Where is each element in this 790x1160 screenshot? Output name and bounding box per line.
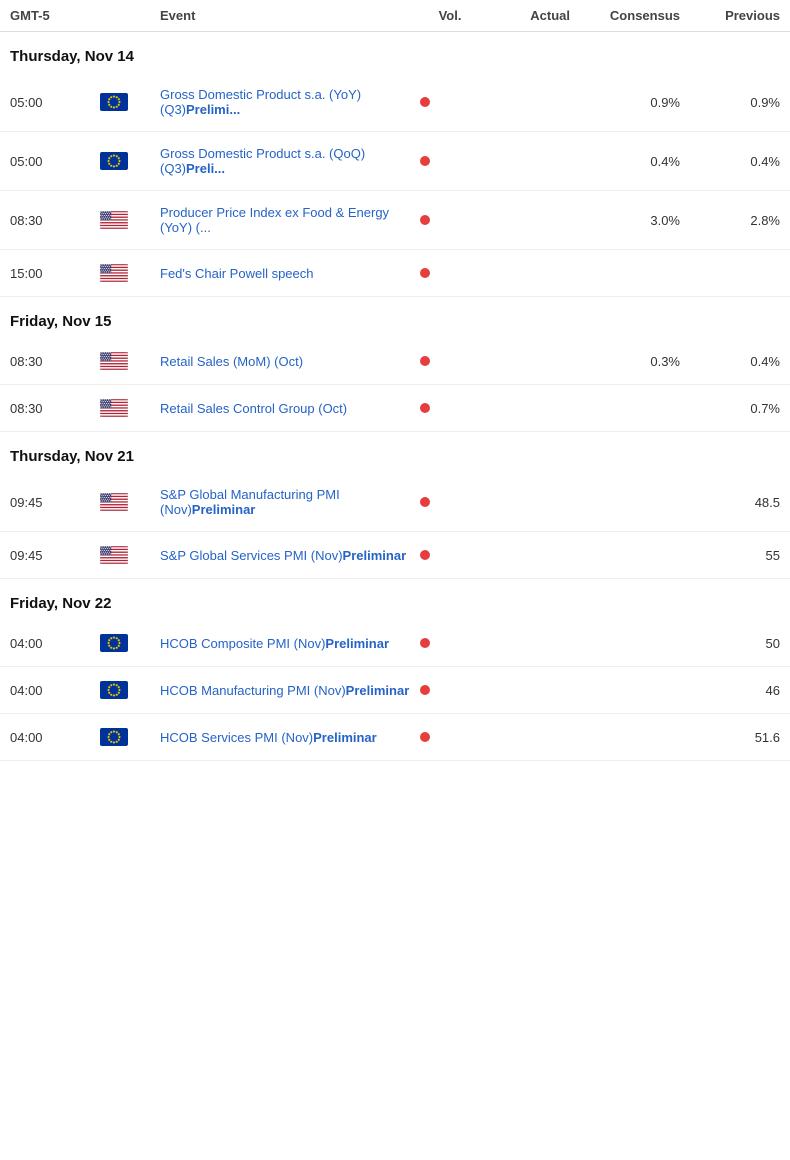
event-time: 05:00 (10, 154, 100, 169)
volatility-dot (420, 497, 480, 507)
eu-flag-icon (100, 634, 160, 652)
header-vol: Vol. (420, 8, 480, 23)
event-name[interactable]: Producer Price Index ex Food & Energy (Y… (160, 205, 420, 235)
volatility-dot (420, 685, 480, 695)
event-time: 09:45 (10, 548, 100, 563)
event-time: 04:00 (10, 636, 100, 651)
header-event: Event (160, 8, 420, 23)
us-flag-icon (100, 399, 160, 417)
us-flag-icon (100, 352, 160, 370)
header-consensus: Consensus (570, 8, 680, 23)
event-name[interactable]: Gross Domestic Product s.a. (YoY) (Q3)Pr… (160, 87, 420, 117)
header-actual: Actual (480, 8, 570, 23)
table-row: 08:30 Producer Price Index ex Food & Ene… (0, 191, 790, 250)
table-row: 04:00 HCOB Manufacturing PMI (Nov)Prelim… (0, 667, 790, 714)
section-header-thursday-nov21: Thursday, Nov 21 (0, 432, 790, 473)
event-time: 08:30 (10, 354, 100, 369)
consensus-value: 0.4% (570, 154, 680, 169)
event-time: 08:30 (10, 401, 100, 416)
volatility-dot (420, 403, 480, 413)
event-time: 05:00 (10, 95, 100, 110)
event-name[interactable]: S&P Global Services PMI (Nov)Preliminar (160, 548, 420, 563)
event-name[interactable]: Retail Sales (MoM) (Oct) (160, 354, 420, 369)
table-row: 09:45 S&P Global Services PMI (Nov)Preli… (0, 532, 790, 579)
red-dot-icon (420, 638, 430, 648)
volatility-dot (420, 732, 480, 742)
event-name[interactable]: Fed's Chair Powell speech (160, 266, 420, 281)
previous-value: 46 (680, 683, 780, 698)
table-row: 15:00 Fed's Chair Powell speech (0, 250, 790, 297)
eu-flag-icon (100, 728, 160, 746)
red-dot-icon (420, 97, 430, 107)
eu-flag-icon (100, 93, 160, 111)
previous-value: 2.8% (680, 213, 780, 228)
table-header: GMT-5 Event Vol. Actual Consensus Previo… (0, 0, 790, 32)
previous-value: 48.5 (680, 495, 780, 510)
consensus-value: 0.3% (570, 354, 680, 369)
red-dot-icon (420, 356, 430, 366)
table-row: 05:00 Gross Domestic Product s.a. (YoY) … (0, 73, 790, 132)
volatility-dot (420, 215, 480, 225)
event-name[interactable]: HCOB Services PMI (Nov)Preliminar (160, 730, 420, 745)
red-dot-icon (420, 685, 430, 695)
header-timezone: GMT-5 (10, 8, 100, 23)
section-header-thursday-nov14: Thursday, Nov 14 (0, 32, 790, 73)
volatility-dot (420, 268, 480, 278)
volatility-dot (420, 638, 480, 648)
us-flag-icon (100, 264, 160, 282)
previous-value: 0.4% (680, 354, 780, 369)
red-dot-icon (420, 550, 430, 560)
red-dot-icon (420, 268, 430, 278)
eu-flag-icon (100, 152, 160, 170)
table-row: 04:00 HCOB Composite PMI (Nov)Preliminar… (0, 620, 790, 667)
section-header-friday-nov22: Friday, Nov 22 (0, 579, 790, 620)
us-flag-icon (100, 211, 160, 229)
sections-container: Thursday, Nov 1405:00 Gross Domestic Pro… (0, 32, 790, 761)
previous-value: 51.6 (680, 730, 780, 745)
table-row: 04:00 HCOB Services PMI (Nov)Preliminar 5… (0, 714, 790, 761)
red-dot-icon (420, 403, 430, 413)
event-name[interactable]: S&P Global Manufacturing PMI (Nov)Prelim… (160, 487, 420, 517)
event-time: 04:00 (10, 683, 100, 698)
event-name[interactable]: HCOB Manufacturing PMI (Nov)Preliminar (160, 683, 420, 698)
red-dot-icon (420, 215, 430, 225)
previous-value: 0.7% (680, 401, 780, 416)
table-row: 08:30 Retail Sales (MoM) (Oct) 0.3%0.4% (0, 338, 790, 385)
previous-value: 55 (680, 548, 780, 563)
previous-value: 0.4% (680, 154, 780, 169)
event-name[interactable]: Gross Domestic Product s.a. (QoQ) (Q3)Pr… (160, 146, 420, 176)
table-row: 05:00 Gross Domestic Product s.a. (QoQ) … (0, 132, 790, 191)
event-time: 09:45 (10, 495, 100, 510)
volatility-dot (420, 550, 480, 560)
event-name[interactable]: Retail Sales Control Group (Oct) (160, 401, 420, 416)
table-row: 08:30 Retail Sales Control Group (Oct) 0.… (0, 385, 790, 432)
us-flag-icon (100, 493, 160, 511)
previous-value: 0.9% (680, 95, 780, 110)
volatility-dot (420, 156, 480, 166)
event-time: 08:30 (10, 213, 100, 228)
red-dot-icon (420, 156, 430, 166)
volatility-dot (420, 356, 480, 366)
event-time: 15:00 (10, 266, 100, 281)
previous-value: 50 (680, 636, 780, 651)
header-previous: Previous (680, 8, 780, 23)
section-header-friday-nov15: Friday, Nov 15 (0, 297, 790, 338)
consensus-value: 3.0% (570, 213, 680, 228)
us-flag-icon (100, 546, 160, 564)
event-time: 04:00 (10, 730, 100, 745)
red-dot-icon (420, 732, 430, 742)
event-name[interactable]: HCOB Composite PMI (Nov)Preliminar (160, 636, 420, 651)
eu-flag-icon (100, 681, 160, 699)
consensus-value: 0.9% (570, 95, 680, 110)
red-dot-icon (420, 497, 430, 507)
table-row: 09:45 S&P Global Manufacturing PMI (Nov)… (0, 473, 790, 532)
volatility-dot (420, 97, 480, 107)
